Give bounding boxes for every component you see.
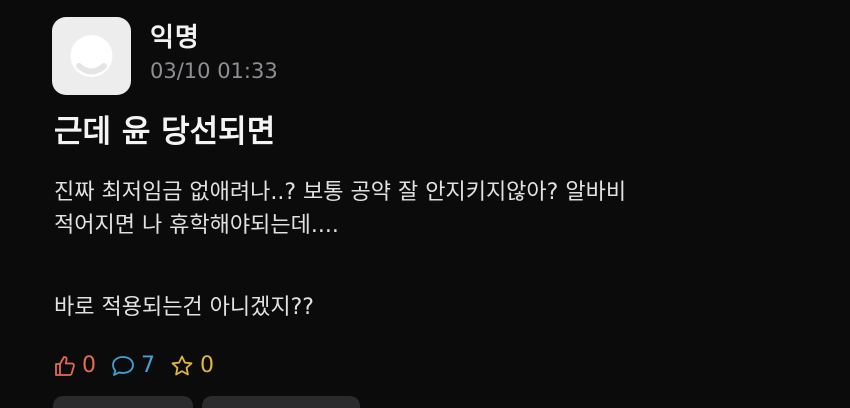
comment-count: 7 xyxy=(141,353,155,378)
post-body-line: 바로 적용되는건 아니겠지?? xyxy=(54,295,314,320)
post-actions: 0 7 0 xyxy=(53,352,228,380)
post-body-line: 적어지면 나 휴학해야되는데.... xyxy=(54,213,339,238)
post-header: 익명 03/10 01:33 xyxy=(52,17,278,95)
author-name: 익명 xyxy=(150,23,200,53)
scrap-button-partial[interactable] xyxy=(202,396,360,408)
thumbs-up-icon xyxy=(55,356,75,376)
default-user-icon xyxy=(70,35,113,77)
like-count: 0 xyxy=(82,353,96,378)
comment-button[interactable]: 7 xyxy=(110,352,155,380)
reaction-button-partial[interactable] xyxy=(53,396,193,408)
post-timestamp: 03/10 01:33 xyxy=(150,59,278,83)
post-body-line: 진짜 최저임금 없애려나..? 보통 공약 잘 안지키지않아? 알바비 xyxy=(54,180,627,205)
post-card: 익명 03/10 01:33 근데 윤 당선되면 진짜 최저임금 없애려나..?… xyxy=(0,0,850,408)
like-button[interactable]: 0 xyxy=(53,352,96,380)
post-meta: 익명 03/10 01:33 xyxy=(150,17,278,85)
avatar[interactable] xyxy=(52,17,131,95)
speech-bubble-icon xyxy=(112,356,134,376)
post-title: 근데 윤 당선되면 xyxy=(54,114,276,150)
scrap-button[interactable]: 0 xyxy=(169,352,214,380)
post-body: 진짜 최저임금 없애려나..? 보통 공약 잘 안지키지않아? 알바비 적어지면… xyxy=(54,176,834,324)
star-icon xyxy=(171,355,193,376)
scrap-count: 0 xyxy=(200,353,214,378)
